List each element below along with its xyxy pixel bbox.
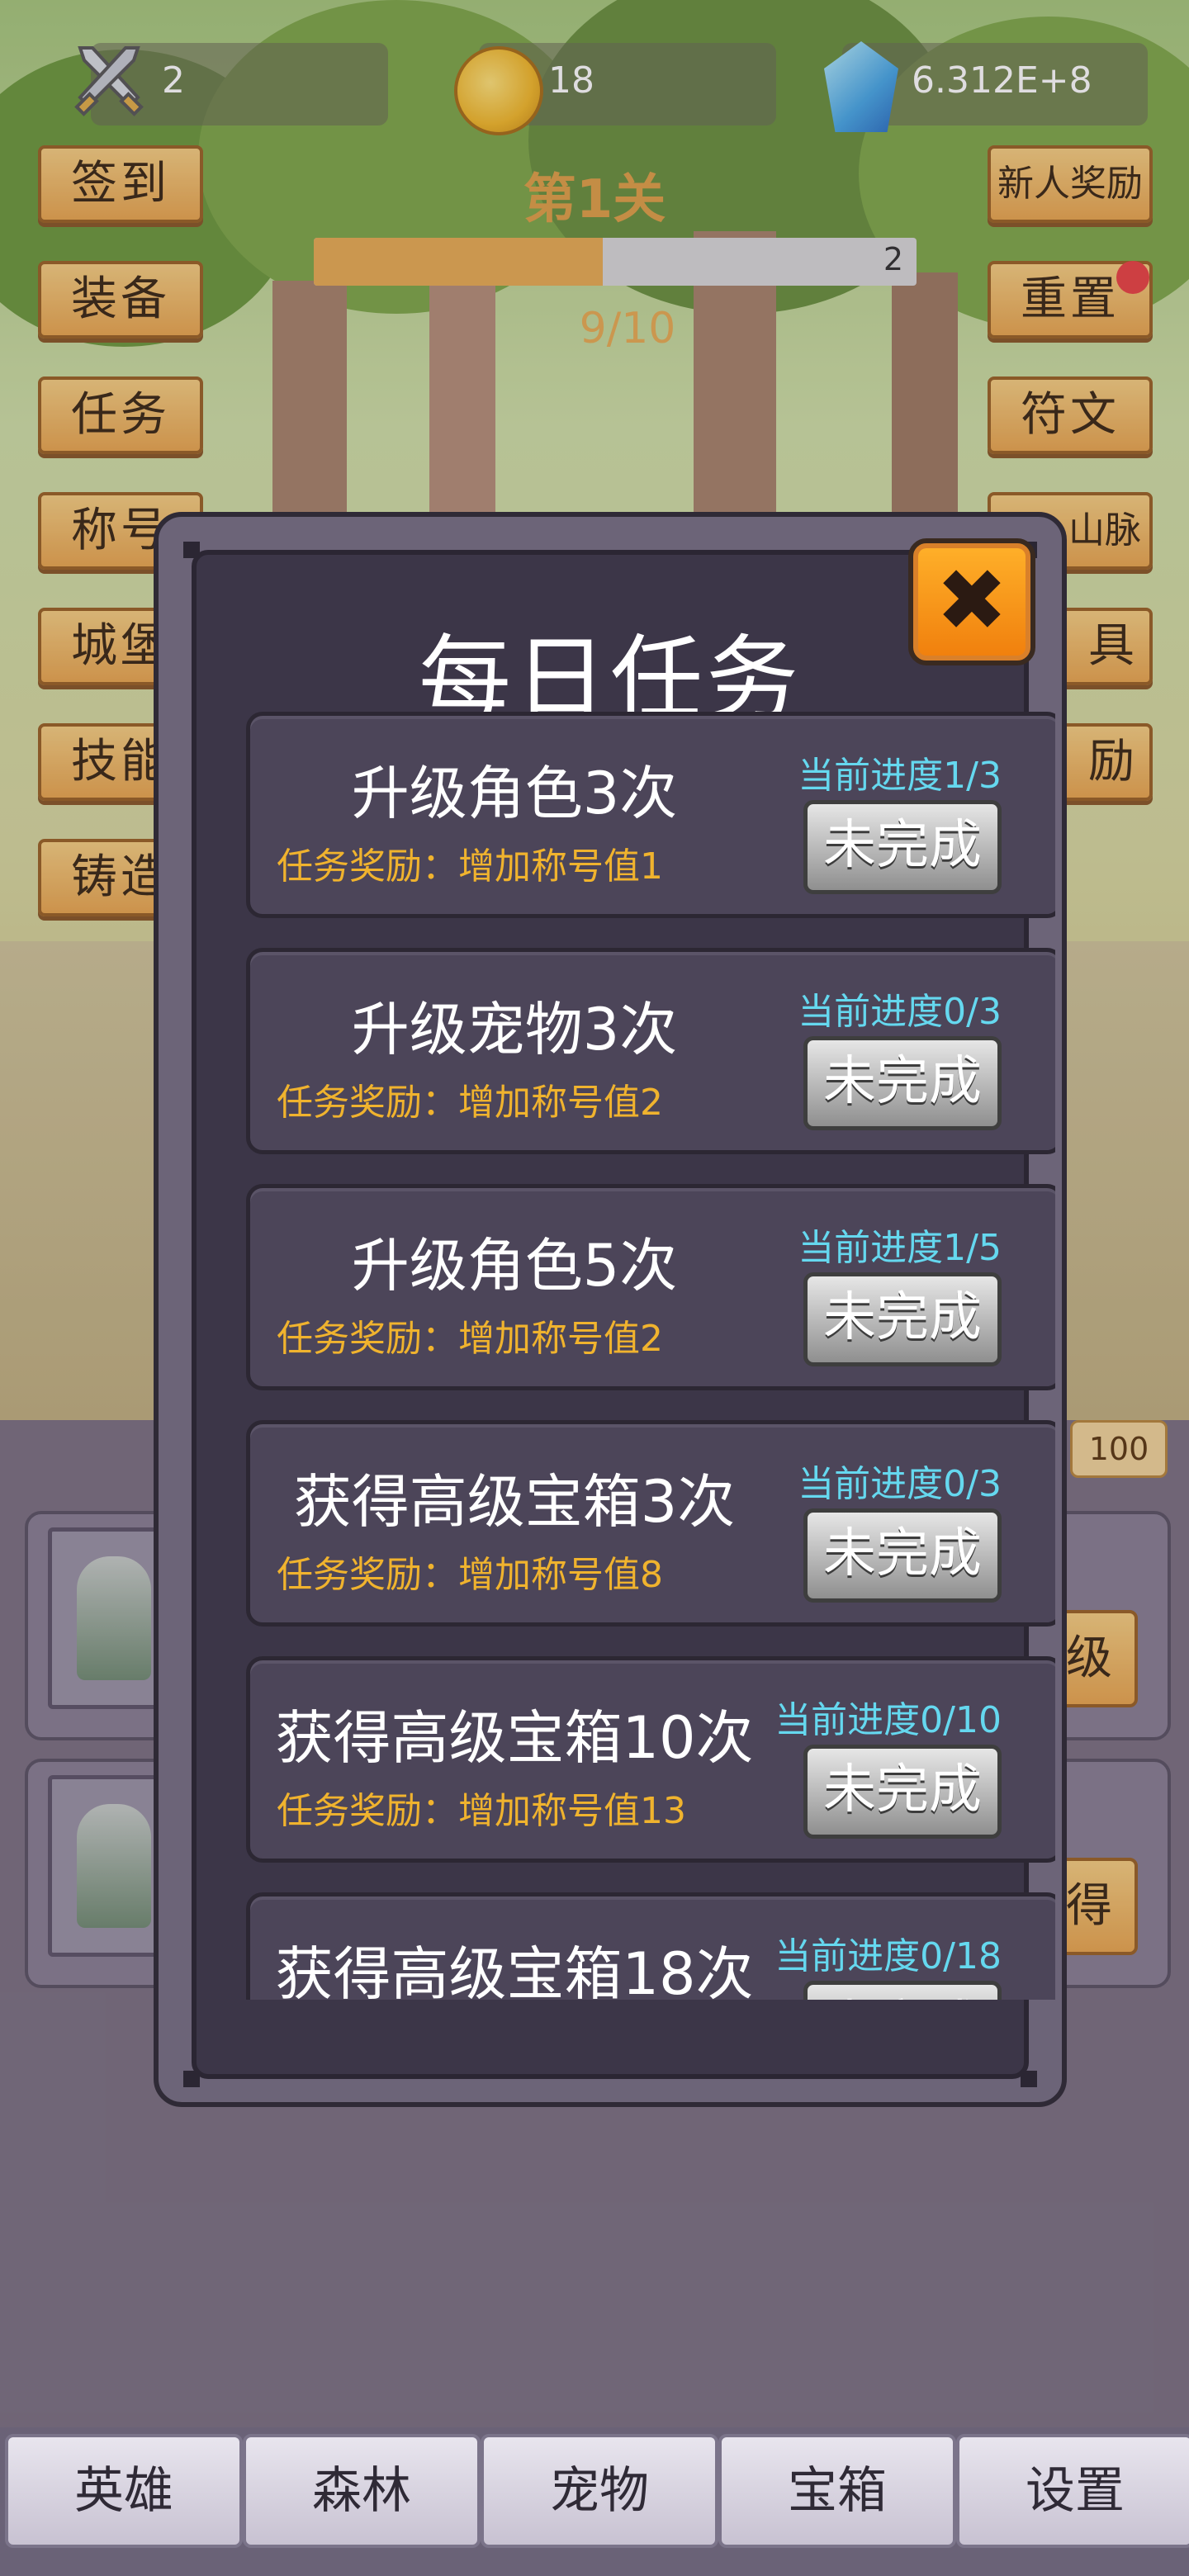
task-progress: 当前进度0/10 <box>775 1699 1002 1741</box>
task-card: 获得高级宝箱10次 任务奖励：增加称号值13 当前进度0/10 未完成 <box>246 1656 1055 1863</box>
tab-settings[interactable]: 设置 <box>956 2434 1189 2548</box>
task-card: 升级角色3次 任务奖励：增加称号值1 当前进度1/3 未完成 <box>246 712 1055 918</box>
dialog-body: 每日任务 升级角色3次 任务奖励：增加称号值1 当前进度1/3 未完成 升级宠物… <box>183 542 1055 2087</box>
task-card: 获得高级宝箱3次 任务奖励：增加称号值8 当前进度0/3 未完成 <box>246 1420 1055 1627</box>
task-progress: 当前进度0/3 <box>798 991 1002 1033</box>
task-card: 升级角色5次 任务奖励：增加称号值2 当前进度1/5 未完成 <box>246 1184 1055 1390</box>
tab-pets[interactable]: 宠物 <box>481 2434 718 2548</box>
task-reward: 任务奖励：增加称号值1 <box>277 845 663 888</box>
tab-heroes[interactable]: 英雄 <box>5 2434 243 2548</box>
task-reward: 任务奖励：增加称号值8 <box>277 1554 663 1596</box>
task-status-button[interactable]: 未完成 <box>803 800 1002 894</box>
task-progress: 当前进度0/3 <box>798 1463 1002 1505</box>
tab-forest[interactable]: 森林 <box>243 2434 481 2548</box>
task-card: 升级宠物3次 任务奖励：增加称号值2 当前进度0/3 未完成 <box>246 948 1055 1154</box>
task-list[interactable]: 升级角色3次 任务奖励：增加称号值1 当前进度1/3 未完成 升级宠物3次 任务… <box>246 712 1055 2000</box>
close-button[interactable]: ✖ <box>908 538 1035 665</box>
tab-chests[interactable]: 宝箱 <box>718 2434 956 2548</box>
task-name: 升级角色3次 <box>351 760 678 827</box>
task-name: 获得高级宝箱10次 <box>275 1704 754 1772</box>
task-status-button[interactable]: 未完成 <box>803 1745 1002 1839</box>
task-progress: 当前进度1/3 <box>798 755 1002 797</box>
task-name: 升级宠物3次 <box>351 996 678 1063</box>
task-progress: 当前进度0/18 <box>775 1935 1002 1977</box>
daily-tasks-dialog: 每日任务 升级角色3次 任务奖励：增加称号值1 当前进度1/3 未完成 升级宠物… <box>154 512 1067 2107</box>
task-reward: 任务奖励：增加称号值2 <box>277 1318 663 1360</box>
task-status-button[interactable]: 未完成 <box>803 1036 1002 1130</box>
task-name: 获得高级宝箱18次 <box>275 1940 754 2000</box>
task-reward: 任务奖励：增加称号值2 <box>277 1082 663 1124</box>
task-status-button[interactable]: 未完成 <box>803 1272 1002 1366</box>
task-name: 升级角色5次 <box>351 1232 678 1300</box>
task-status-button[interactable]: 未完成 <box>803 1981 1002 2000</box>
task-progress: 当前进度1/5 <box>798 1227 1002 1269</box>
task-name: 获得高级宝箱3次 <box>293 1468 736 1536</box>
task-reward: 任务奖励：增加称号值13 <box>277 1790 686 1832</box>
task-status-button[interactable]: 未完成 <box>803 1508 1002 1603</box>
task-card: 获得高级宝箱18次 当前进度0/18 未完成 <box>246 1892 1055 2000</box>
close-x-icon: ✖ <box>936 550 1008 651</box>
